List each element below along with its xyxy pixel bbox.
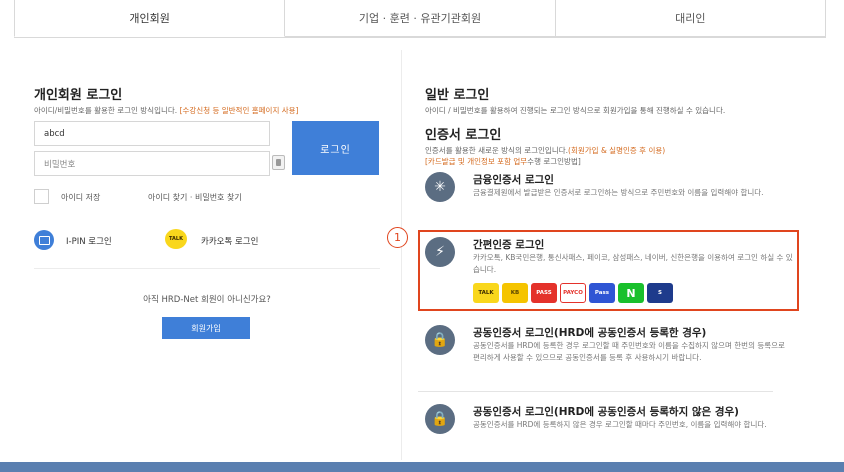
cert-desc-line1: 인증서를 활용한 새로운 방식의 로그인입니다. <box>425 146 569 155</box>
tab-agent[interactable]: 대리인 <box>555 0 826 37</box>
kakao-logo[interactable]: TALK <box>473 283 499 303</box>
password-input[interactable]: 비밀번호 <box>34 151 270 176</box>
id-input[interactable]: abcd <box>34 121 270 146</box>
personal-login-desc: 아이디/비밀번호를 활용한 로그인 방식입니다. [수강신청 등 일반적인 홈페… <box>34 105 380 116</box>
lock-plus-icon: 🔒 <box>425 325 455 355</box>
method-title: 간편인증 로그인 <box>473 239 545 251</box>
bottom-bar <box>0 462 844 472</box>
method-title: 금융인증서 로그인 <box>473 174 554 186</box>
join-button[interactable]: 회원가입 <box>162 317 250 339</box>
method-desc: 카카오톡, KB국민은행, 통신사패스, 페이코, 삼성패스, 네이버, 신한은… <box>473 253 793 274</box>
personal-login-desc-text: 아이디/비밀번호를 활용한 로그인 방식입니다. <box>34 106 178 115</box>
telecom-pass-logo[interactable]: PASS <box>531 283 557 303</box>
find-id-password-links[interactable]: 아이디 찾기 · 비밀번호 찾기 <box>148 192 242 203</box>
cert-desc-line2-hl: [카드발급 및 개인정보 포함 업무 <box>425 157 528 166</box>
joint-cert-unregistered-login[interactable]: 🔒 공동인증서 로그인(HRD에 공동인증서 등록하지 않은 경우) 공동인증서… <box>425 404 795 448</box>
bolt-icon: ⚡ <box>425 237 455 267</box>
personal-login-header: 개인회원 로그인 아이디/비밀번호를 활용한 로그인 방식입니다. [수강신청 … <box>34 84 380 116</box>
samsung-pass-logo[interactable]: Pass <box>589 283 615 303</box>
asterisk-icon: ✳ <box>425 172 455 202</box>
divider <box>34 268 380 269</box>
ipin-icon[interactable] <box>34 230 54 250</box>
save-id-checkbox[interactable] <box>34 189 49 204</box>
kakao-login-link[interactable]: 카카오톡 로그인 <box>201 235 258 247</box>
login-button[interactable]: 로그인 <box>292 121 379 175</box>
method-title: 공동인증서 로그인(HRD에 공동인증서 등록한 경우) <box>473 327 707 339</box>
save-id-label[interactable]: 아이디 저장 <box>61 192 100 203</box>
join-question: 아직 HRD-Net 회원이 아니신가요? <box>143 295 271 305</box>
cert-login-section: 인증서 로그인 인증서를 활용한 새로운 방식의 로그인입니다.(회원가입 & … <box>425 124 665 167</box>
financial-cert-login[interactable]: ✳ 금융인증서 로그인 금융결제원에서 발급받은 인증서로 로그인하는 방식으로… <box>425 172 795 212</box>
tab-corporate[interactable]: 기업 · 훈련 · 유관기관회원 <box>285 0 556 37</box>
cert-desc-line1-hl: (회원가입 & 실명인증 후 이용) <box>568 146 666 155</box>
method-desc: 공동인증서를 HRD에 등록한 경우 로그인할 때 주민번호와 이름을 수집하지… <box>473 341 785 362</box>
divider <box>418 391 773 392</box>
general-login-section: 일반 로그인 아이디 / 비밀번호를 활용하여 진행되는 로그인 방식으로 회원… <box>425 84 725 116</box>
personal-login-title: 개인회원 로그인 <box>34 88 123 103</box>
joint-cert-registered-login[interactable]: 🔒 공동인증서 로그인(HRD에 공동인증서 등록한 경우) 공동인증서를 HR… <box>425 325 795 385</box>
kb-bank-logo[interactable]: KB <box>502 283 528 303</box>
method-desc: 금융결제원에서 발급받은 인증서로 로그인하는 방식으로 주민번호와 이름을 입… <box>473 188 764 197</box>
lock-icon: 🔒 <box>425 404 455 434</box>
general-login-desc: 아이디 / 비밀번호를 활용하여 진행되는 로그인 방식으로 회원가입을 통해 … <box>425 106 726 115</box>
callout-number-badge: 1 <box>387 227 408 248</box>
ipin-login-link[interactable]: I-PIN 로그인 <box>66 235 112 247</box>
general-login-title: 일반 로그인 <box>425 88 490 103</box>
provider-logos: TALK KB PASS PAYCO Pass N S <box>473 283 673 303</box>
payco-logo[interactable]: PAYCO <box>560 283 586 303</box>
naver-logo[interactable]: N <box>618 283 644 303</box>
member-type-tabs: 개인회원 기업 · 훈련 · 유관기관회원 대리인 <box>14 0 826 38</box>
cert-login-desc: 인증서를 활용한 새로운 방식의 로그인입니다.(회원가입 & 실명인증 후 이… <box>425 145 665 167</box>
cert-desc-line2: 수행 로그인방법] <box>527 157 581 166</box>
cert-login-title: 인증서 로그인 <box>425 128 502 143</box>
virtual-keypad-icon[interactable] <box>272 155 285 170</box>
personal-login-desc-highlight: [수강신청 등 일반적인 홈페이지 사용] <box>179 106 299 115</box>
method-desc: 공동인증서를 HRD에 등록하지 않은 경우 로그인할 때마다 주민번호, 이름… <box>473 420 767 429</box>
tab-personal[interactable]: 개인회원 <box>14 0 286 37</box>
column-divider <box>401 50 402 460</box>
shinhan-bank-logo[interactable]: S <box>647 283 673 303</box>
kakao-talk-icon[interactable]: TALK <box>165 229 187 249</box>
method-title: 공동인증서 로그인(HRD에 공동인증서 등록하지 않은 경우) <box>473 406 739 418</box>
